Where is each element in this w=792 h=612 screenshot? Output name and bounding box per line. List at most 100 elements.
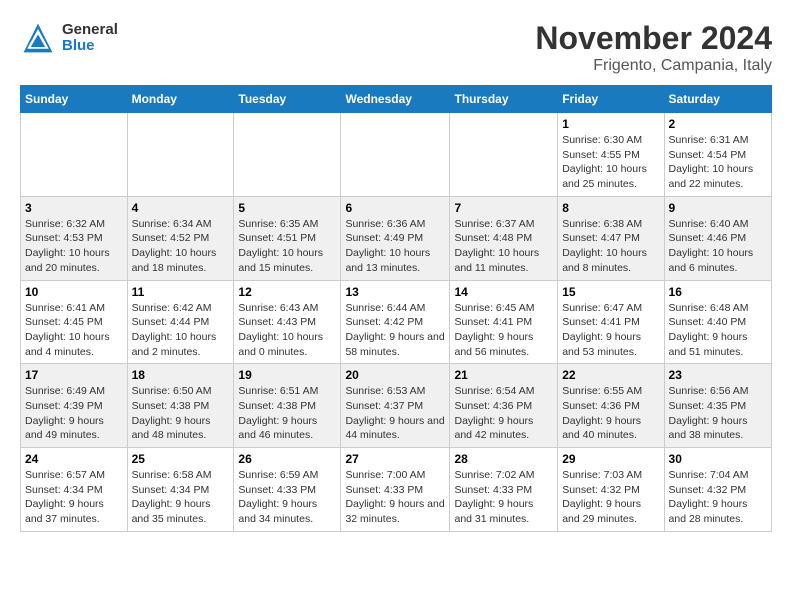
day-info: Sunrise: 6:50 AM Sunset: 4:38 PM Dayligh…	[132, 384, 230, 443]
day-number: 11	[132, 285, 230, 299]
calendar-day-cell: 26 Sunrise: 6:59 AM Sunset: 4:33 PM Dayli…	[234, 448, 341, 532]
calendar-day-cell: 19 Sunrise: 6:51 AM Sunset: 4:38 PM Dayli…	[234, 364, 341, 448]
logo-icon	[20, 20, 56, 56]
calendar-day-cell: 4Sunrise: 6:34 AM Sunset: 4:52 PM Daylig…	[127, 196, 234, 280]
calendar-day-cell: 30Sunrise: 7:04 AM Sunset: 4:32 PM Dayli…	[664, 448, 771, 532]
day-of-week-header: Tuesday	[234, 86, 341, 113]
day-info: Sunrise: 6:58 AM Sunset: 4:34 PM Dayligh…	[132, 468, 230, 527]
day-info: Sunrise: 6:42 AM Sunset: 4:44 PM Dayligh…	[132, 301, 230, 360]
page-header: General Blue November 2024 Frigento, Cam…	[20, 20, 772, 75]
calendar-day-cell: 23Sunrise: 6:56 AM Sunset: 4:35 PM Dayli…	[664, 364, 771, 448]
day-info: Sunrise: 6:40 AM Sunset: 4:46 PM Dayligh…	[669, 217, 767, 276]
day-of-week-header: Friday	[558, 86, 664, 113]
day-of-week-header: Sunday	[21, 86, 128, 113]
logo-general-text: General	[62, 22, 118, 39]
calendar-day-cell	[127, 113, 234, 197]
day-number: 14	[454, 285, 553, 299]
calendar-table: SundayMondayTuesdayWednesdayThursdayFrid…	[20, 85, 772, 532]
day-info: Sunrise: 6:31 AM Sunset: 4:54 PM Dayligh…	[669, 133, 767, 192]
day-info: Sunrise: 6:41 AM Sunset: 4:45 PM Dayligh…	[25, 301, 123, 360]
day-of-week-header: Wednesday	[341, 86, 450, 113]
calendar-day-cell: 15 Sunrise: 6:47 AM Sunset: 4:41 PM Dayli…	[558, 280, 664, 364]
day-number: 21	[454, 368, 553, 382]
day-info: Sunrise: 6:30 AM Sunset: 4:55 PM Dayligh…	[562, 133, 659, 192]
calendar-day-cell: 6Sunrise: 6:36 AM Sunset: 4:49 PM Daylig…	[341, 196, 450, 280]
calendar-day-cell: 21 Sunrise: 6:54 AM Sunset: 4:36 PM Dayli…	[450, 364, 558, 448]
calendar-day-cell: 17Sunrise: 6:49 AM Sunset: 4:39 PM Dayli…	[21, 364, 128, 448]
day-info: Sunrise: 6:56 AM Sunset: 4:35 PM Dayligh…	[669, 384, 767, 443]
day-number: 22	[562, 368, 659, 382]
day-info: Sunrise: 7:03 AM Sunset: 4:32 PM Dayligh…	[562, 468, 659, 527]
calendar-day-cell: 10 Sunrise: 6:41 AM Sunset: 4:45 PM Dayli…	[21, 280, 128, 364]
day-number: 25	[132, 452, 230, 466]
header-row: SundayMondayTuesdayWednesdayThursdayFrid…	[21, 86, 772, 113]
day-number: 6	[345, 201, 445, 215]
day-info: Sunrise: 6:45 AM Sunset: 4:41 PM Dayligh…	[454, 301, 553, 360]
day-info: Sunrise: 6:59 AM Sunset: 4:33 PM Dayligh…	[238, 468, 336, 527]
day-number: 12	[238, 285, 336, 299]
day-info: Sunrise: 6:44 AM Sunset: 4:42 PM Dayligh…	[345, 301, 445, 360]
calendar-week-row: 24 Sunrise: 6:57 AM Sunset: 4:34 PM Dayli…	[21, 448, 772, 532]
day-info: Sunrise: 6:48 AM Sunset: 4:40 PM Dayligh…	[669, 301, 767, 360]
calendar-day-cell: 18 Sunrise: 6:50 AM Sunset: 4:38 PM Dayli…	[127, 364, 234, 448]
calendar-day-cell: 28Sunrise: 7:02 AM Sunset: 4:33 PM Dayli…	[450, 448, 558, 532]
day-number: 5	[238, 201, 336, 215]
day-number: 20	[345, 368, 445, 382]
day-info: Sunrise: 6:51 AM Sunset: 4:38 PM Dayligh…	[238, 384, 336, 443]
day-of-week-header: Monday	[127, 86, 234, 113]
day-of-week-header: Thursday	[450, 86, 558, 113]
calendar-day-cell: 9Sunrise: 6:40 AM Sunset: 4:46 PM Daylig…	[664, 196, 771, 280]
day-number: 26	[238, 452, 336, 466]
day-number: 2	[669, 117, 767, 131]
calendar-day-cell: 22 Sunrise: 6:55 AM Sunset: 4:36 PM Dayli…	[558, 364, 664, 448]
month-title: November 2024	[535, 20, 772, 57]
day-number: 28	[454, 452, 553, 466]
calendar-day-cell: 14 Sunrise: 6:45 AM Sunset: 4:41 PM Dayli…	[450, 280, 558, 364]
calendar-day-cell	[21, 113, 128, 197]
day-info: Sunrise: 6:57 AM Sunset: 4:34 PM Dayligh…	[25, 468, 123, 527]
calendar-day-cell: 24 Sunrise: 6:57 AM Sunset: 4:34 PM Dayli…	[21, 448, 128, 532]
day-number: 16	[669, 285, 767, 299]
calendar-day-cell	[341, 113, 450, 197]
calendar-day-cell	[234, 113, 341, 197]
calendar-week-row: 3Sunrise: 6:32 AM Sunset: 4:53 PM Daylig…	[21, 196, 772, 280]
day-info: Sunrise: 6:34 AM Sunset: 4:52 PM Dayligh…	[132, 217, 230, 276]
day-info: Sunrise: 6:37 AM Sunset: 4:48 PM Dayligh…	[454, 217, 553, 276]
calendar-day-cell: 29 Sunrise: 7:03 AM Sunset: 4:32 PM Dayli…	[558, 448, 664, 532]
logo-text: General Blue	[62, 22, 118, 55]
calendar-day-cell: 7Sunrise: 6:37 AM Sunset: 4:48 PM Daylig…	[450, 196, 558, 280]
calendar-day-cell: 1 Sunrise: 6:30 AM Sunset: 4:55 PM Daylig…	[558, 113, 664, 197]
day-info: Sunrise: 6:55 AM Sunset: 4:36 PM Dayligh…	[562, 384, 659, 443]
calendar-day-cell: 20Sunrise: 6:53 AM Sunset: 4:37 PM Dayli…	[341, 364, 450, 448]
title-area: November 2024 Frigento, Campania, Italy	[535, 20, 772, 75]
day-number: 1	[562, 117, 659, 131]
day-number: 15	[562, 285, 659, 299]
day-info: Sunrise: 6:54 AM Sunset: 4:36 PM Dayligh…	[454, 384, 553, 443]
day-info: Sunrise: 7:00 AM Sunset: 4:33 PM Dayligh…	[345, 468, 445, 527]
calendar-day-cell: 11 Sunrise: 6:42 AM Sunset: 4:44 PM Dayli…	[127, 280, 234, 364]
calendar-header: SundayMondayTuesdayWednesdayThursdayFrid…	[21, 86, 772, 113]
calendar-day-cell: 13 Sunrise: 6:44 AM Sunset: 4:42 PM Dayli…	[341, 280, 450, 364]
calendar-day-cell: 3Sunrise: 6:32 AM Sunset: 4:53 PM Daylig…	[21, 196, 128, 280]
day-number: 19	[238, 368, 336, 382]
calendar-day-cell: 16 Sunrise: 6:48 AM Sunset: 4:40 PM Dayli…	[664, 280, 771, 364]
calendar-week-row: 1 Sunrise: 6:30 AM Sunset: 4:55 PM Daylig…	[21, 113, 772, 197]
location-subtitle: Frigento, Campania, Italy	[535, 57, 772, 75]
calendar-day-cell: 8Sunrise: 6:38 AM Sunset: 4:47 PM Daylig…	[558, 196, 664, 280]
day-number: 8	[562, 201, 659, 215]
day-number: 10	[25, 285, 123, 299]
day-number: 29	[562, 452, 659, 466]
calendar-body: 1 Sunrise: 6:30 AM Sunset: 4:55 PM Daylig…	[21, 113, 772, 532]
day-info: Sunrise: 6:47 AM Sunset: 4:41 PM Dayligh…	[562, 301, 659, 360]
calendar-week-row: 10 Sunrise: 6:41 AM Sunset: 4:45 PM Dayli…	[21, 280, 772, 364]
day-number: 18	[132, 368, 230, 382]
day-number: 24	[25, 452, 123, 466]
day-info: Sunrise: 7:04 AM Sunset: 4:32 PM Dayligh…	[669, 468, 767, 527]
day-number: 13	[345, 285, 445, 299]
calendar-day-cell: 12Sunrise: 6:43 AM Sunset: 4:43 PM Dayli…	[234, 280, 341, 364]
logo: General Blue	[20, 20, 118, 56]
calendar-week-row: 17Sunrise: 6:49 AM Sunset: 4:39 PM Dayli…	[21, 364, 772, 448]
day-info: Sunrise: 6:35 AM Sunset: 4:51 PM Dayligh…	[238, 217, 336, 276]
calendar-day-cell: 25 Sunrise: 6:58 AM Sunset: 4:34 PM Dayli…	[127, 448, 234, 532]
day-info: Sunrise: 6:32 AM Sunset: 4:53 PM Dayligh…	[25, 217, 123, 276]
